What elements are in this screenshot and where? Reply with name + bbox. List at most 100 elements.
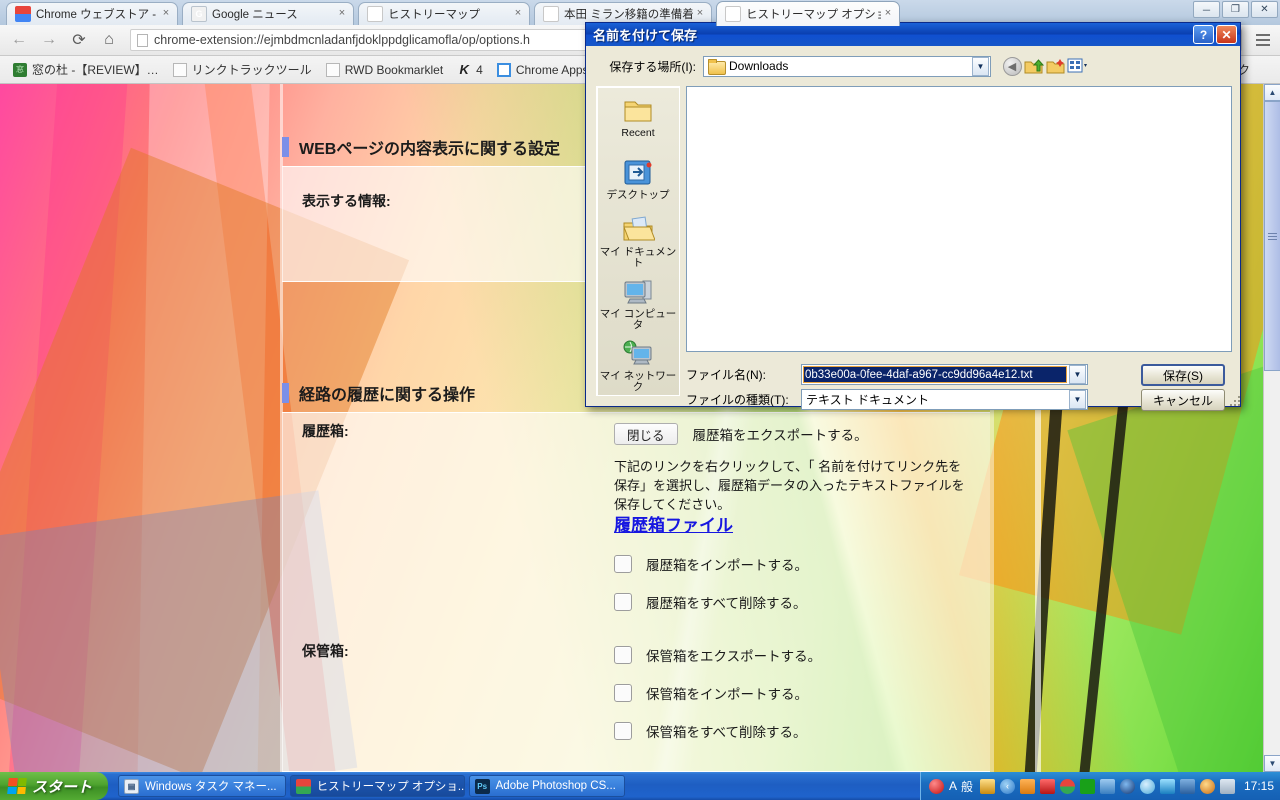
taskbar-item-historymap[interactable]: ヒストリーマップ オプショ...: [289, 775, 465, 797]
tray-icon-spiral[interactable]: [1199, 778, 1215, 794]
history-file-link[interactable]: 履歴箱ファイル: [614, 511, 733, 536]
checkbox[interactable]: [614, 646, 632, 664]
tab-historymap-options[interactable]: M ヒストリーマップ オプション ×: [716, 1, 900, 26]
tab-close-icon[interactable]: ×: [511, 7, 525, 21]
close-button-page[interactable]: 閉じる: [614, 423, 678, 445]
tab-label: ヒストリーマップ: [388, 9, 480, 21]
ime-kind: 般: [960, 779, 973, 794]
checkbox-row-history-delete-all[interactable]: 履歴箱をすべて削除する。: [614, 592, 807, 612]
tab-google-news[interactable]: G Google ニュース ×: [182, 2, 354, 25]
chevron-down-icon[interactable]: ▼: [1069, 390, 1086, 409]
tab-close-icon[interactable]: ×: [335, 7, 349, 21]
restore-button[interactable]: ❐: [1222, 1, 1249, 18]
place-label: デスクトップ: [606, 189, 670, 202]
tray-icon-chrome[interactable]: [1059, 778, 1075, 794]
script-icon: K: [459, 62, 469, 77]
field-label-history-box: 履歴箱:: [302, 423, 349, 439]
scroll-down-button[interactable]: ▼: [1264, 755, 1280, 772]
tray-icon-grid[interactable]: [1079, 778, 1095, 794]
file-type-combo[interactable]: テキスト ドキュメント ▼: [801, 389, 1088, 410]
views-icon[interactable]: [1067, 55, 1089, 77]
tray-icon-sync[interactable]: [1159, 778, 1175, 794]
start-button[interactable]: スタート: [0, 772, 108, 800]
chrome-icon: [295, 778, 311, 794]
desktop-icon: [621, 158, 655, 188]
bookmark-item[interactable]: K 4: [450, 61, 490, 79]
home-icon[interactable]: ⌂: [96, 28, 122, 52]
scrollbar-thumb[interactable]: [1264, 101, 1280, 371]
tray-icon-network[interactable]: [1179, 778, 1195, 794]
tab-label: 本田 ミラン移籍の準備着手: [564, 9, 693, 21]
field-label-display-info: 表示する情報:: [302, 193, 391, 209]
save-button[interactable]: 保存(S): [1141, 364, 1225, 386]
file-list[interactable]: [686, 86, 1232, 352]
up-folder-icon[interactable]: [1023, 55, 1045, 77]
tray-expand-icon[interactable]: ‹: [999, 778, 1015, 794]
checkbox-row-storage-delete-all[interactable]: 保管箱をすべて削除する。: [614, 721, 807, 741]
place-my-computer[interactable]: マイ コンピュータ: [597, 273, 679, 335]
help-icon[interactable]: ?: [1193, 25, 1214, 44]
chrome-menu-icon[interactable]: [1252, 28, 1274, 52]
checkbox-row-history-import[interactable]: 履歴箱をインポートする。: [614, 554, 808, 574]
tab-label: ヒストリーマップ オプション: [746, 9, 881, 21]
place-label: マイ コンピュータ: [599, 307, 677, 331]
checkbox-label: 履歴箱をすべて削除する。: [646, 596, 807, 611]
tray-icon-navy[interactable]: [1119, 778, 1135, 794]
checkbox[interactable]: [614, 722, 632, 740]
back-icon[interactable]: ◀: [1001, 55, 1023, 77]
forward-icon[interactable]: →: [36, 28, 62, 52]
my-documents-icon: [621, 215, 656, 245]
chevron-down-icon[interactable]: ▼: [972, 56, 989, 76]
dialog-title: 名前を付けて保存: [593, 28, 698, 43]
section-heading-label: 経路の履歴に関する操作: [299, 387, 476, 404]
chevron-down-icon[interactable]: ▼: [1069, 365, 1086, 384]
tray-icon-tool[interactable]: [979, 778, 995, 794]
tray-icon-acrobat[interactable]: [1039, 778, 1055, 794]
checkbox-label: 履歴箱をインポートする。: [646, 558, 808, 573]
tray-icon-blue[interactable]: [1099, 778, 1115, 794]
places-bar: Recent デスクトップ マイ ドキュメント マイ コンピュータ マイ ネット…: [596, 86, 680, 396]
place-recent[interactable]: Recent: [597, 87, 679, 149]
checkbox-row-storage-export[interactable]: 保管箱をエクスポートする。: [614, 645, 821, 665]
close-icon[interactable]: ✕: [1216, 25, 1237, 44]
tab-close-icon[interactable]: ×: [159, 7, 173, 21]
close-button[interactable]: ✕: [1251, 1, 1278, 18]
taskbar-item-taskmanager[interactable]: ▤ Windows タスク マネー...: [118, 775, 286, 797]
file-name-input[interactable]: 0b33e00a-0fee-4daf-a967-cc9dd96a4e12.txt: [803, 366, 1067, 383]
cancel-button[interactable]: キャンセル: [1141, 389, 1225, 411]
taskmanager-icon: ▤: [124, 778, 139, 794]
tray-icon-red[interactable]: [928, 778, 944, 794]
bookmark-label: RWD Bookmarklet: [344, 62, 444, 77]
bookmark-item[interactable]: 窓 窓の杜 -【REVIEW】…: [6, 59, 166, 80]
tab-close-icon[interactable]: ×: [881, 7, 895, 21]
checkbox[interactable]: [614, 555, 632, 573]
page-icon: [137, 33, 148, 47]
checkbox[interactable]: [614, 684, 632, 702]
bookmark-item[interactable]: RWD Bookmarklet: [319, 61, 450, 79]
checkbox[interactable]: [614, 593, 632, 611]
bookmark-item[interactable]: リンクトラックツール: [166, 59, 319, 80]
look-in-combo[interactable]: Downloads ▼: [703, 55, 991, 77]
new-folder-icon[interactable]: [1045, 55, 1067, 77]
tab-historymap[interactable]: M ヒストリーマップ ×: [358, 2, 530, 25]
checkbox-row-storage-import[interactable]: 保管箱をインポートする。: [614, 683, 808, 703]
taskbar-item-photoshop[interactable]: Ps Adobe Photoshop CS...: [468, 775, 625, 797]
taskbar-clock[interactable]: 17:15: [1244, 779, 1274, 793]
tray-icon-monitor[interactable]: [1219, 778, 1235, 794]
tray-icon-cyan[interactable]: [1139, 778, 1155, 794]
tab-chrome-webstore[interactable]: Chrome ウェブストア - ヒスト ×: [6, 2, 178, 25]
scroll-up-button[interactable]: ▲: [1264, 84, 1280, 101]
tray-icon-orange[interactable]: [1019, 778, 1035, 794]
page-scrollbar[interactable]: ▲ ▼: [1263, 84, 1280, 772]
reload-icon[interactable]: ⟳: [66, 28, 92, 52]
minimize-button[interactable]: －: [1193, 1, 1220, 18]
ime-indicator[interactable]: A 般: [949, 778, 973, 795]
tab-close-icon[interactable]: ×: [693, 7, 707, 21]
back-icon[interactable]: ←: [6, 28, 32, 52]
resize-grip[interactable]: [1228, 394, 1240, 406]
checkbox-label: 保管箱をインポートする。: [646, 687, 808, 702]
place-my-network[interactable]: マイ ネットワーク: [597, 335, 679, 397]
file-name-combo[interactable]: 0b33e00a-0fee-4daf-a967-cc9dd96a4e12.txt…: [801, 364, 1088, 385]
place-my-documents[interactable]: マイ ドキュメント: [597, 211, 679, 273]
place-desktop[interactable]: デスクトップ: [597, 149, 679, 211]
